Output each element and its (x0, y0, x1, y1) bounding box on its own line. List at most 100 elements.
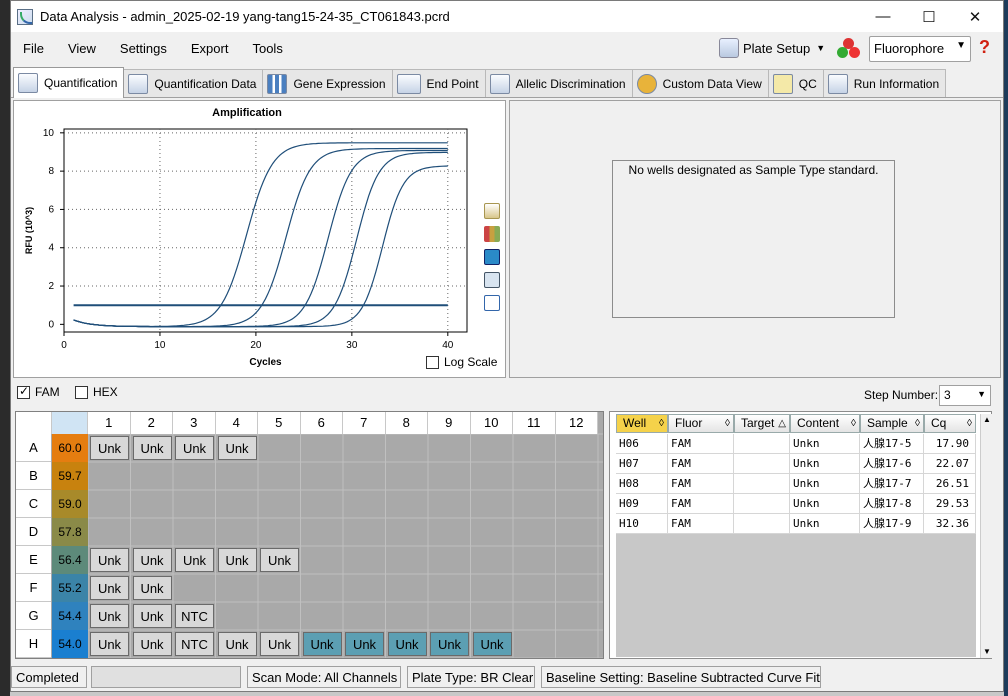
table-cell[interactable]: 22.07 (924, 454, 976, 474)
plate-column-header[interactable]: 11 (513, 412, 556, 434)
table-cell[interactable]: 人腺17-6 (860, 454, 924, 474)
plate-column-header[interactable]: 8 (385, 412, 428, 434)
plate-row-header[interactable]: G (16, 602, 51, 630)
plate-row-header[interactable]: D (16, 518, 51, 546)
plate-well[interactable]: Unk (472, 632, 512, 656)
table-header-target[interactable]: Target △ (734, 414, 790, 433)
table-cell[interactable] (734, 514, 790, 534)
plate-row-header[interactable]: F (16, 574, 51, 602)
plate-well[interactable]: Unk (175, 436, 214, 460)
plate-well[interactable]: Unk (217, 632, 257, 656)
table-cell[interactable]: FAM (668, 434, 734, 454)
table-cell[interactable]: 人腺17-8 (860, 494, 924, 514)
plate-column-header[interactable]: 5 (258, 412, 301, 434)
plate-row-header[interactable]: B (16, 462, 51, 490)
plate-well[interactable]: Unk (132, 632, 172, 656)
table-cell[interactable]: 人腺17-5 (860, 434, 924, 454)
plate-well[interactable]: Unk (132, 436, 172, 460)
plate-well[interactable]: Unk (260, 632, 299, 656)
maximize-button[interactable]: ☐ (906, 1, 952, 32)
tab-run-information[interactable]: Run Information (822, 69, 947, 97)
table-scrollbar[interactable]: ▲ ▼ (980, 414, 992, 658)
well-groups-icon[interactable] (837, 38, 861, 60)
plate-well[interactable]: NTC (175, 632, 214, 656)
plate-column-header[interactable]: 10 (470, 412, 513, 434)
plate-well[interactable]: Unk (175, 548, 214, 572)
table-cell[interactable]: Unkn (790, 474, 860, 494)
menu-settings[interactable]: Settings (120, 41, 167, 56)
plate-well[interactable]: Unk (132, 604, 172, 628)
table-cell[interactable]: 人腺17-9 (860, 514, 924, 534)
plate-well[interactable]: Unk (217, 436, 257, 460)
tab-allelic-discrimination[interactable]: Allelic Discrimination (484, 69, 633, 97)
table-cell[interactable]: 26.51 (924, 474, 976, 494)
plate-column-header[interactable]: 7 (343, 412, 386, 434)
chart-settings-icon[interactable] (484, 295, 500, 311)
table-cell[interactable]: 17.90 (924, 434, 976, 454)
chart-colors-icon[interactable] (484, 226, 500, 242)
scroll-up-icon[interactable]: ▲ (981, 414, 993, 426)
fam-checkbox[interactable] (17, 384, 30, 399)
table-cell[interactable]: Unkn (790, 434, 860, 454)
table-cell[interactable]: 29.53 (924, 494, 976, 514)
tab-quantification-data[interactable]: Quantification Data (123, 69, 264, 97)
plate-column-header[interactable]: 9 (428, 412, 471, 434)
fluorophore-select[interactable]: Fluorophore ▼ (869, 36, 971, 62)
plate-well[interactable]: Unk (90, 576, 129, 600)
table-header-content[interactable]: Content ◊ (790, 414, 860, 433)
table-cell[interactable]: H08 (616, 474, 668, 494)
plate-row-header[interactable]: H (16, 630, 51, 658)
plate-well[interactable]: Unk (430, 632, 469, 656)
minimize-button[interactable]: — (860, 1, 906, 32)
plate-well[interactable]: Unk (345, 632, 384, 656)
table-cell[interactable]: H10 (616, 514, 668, 534)
table-cell[interactable] (734, 494, 790, 514)
plate-column-header[interactable]: 12 (555, 412, 598, 434)
table-cell[interactable]: FAM (668, 474, 734, 494)
table-cell[interactable] (734, 474, 790, 494)
menu-export[interactable]: Export (191, 41, 229, 56)
plate-well[interactable]: Unk (90, 436, 129, 460)
table-header-cq[interactable]: Cq ◊ (924, 414, 976, 433)
amplification-chart[interactable]: 0 10 20 30 40 0 2 4 6 8 10 Cycles RFU (10^3) (14, 101, 480, 377)
hex-toggle[interactable]: HEX (75, 385, 118, 399)
plate-row-header[interactable]: A (16, 434, 51, 462)
table-cell[interactable]: 32.36 (924, 514, 976, 534)
copy-icon[interactable] (484, 203, 500, 219)
zoom-chart-icon[interactable] (484, 272, 500, 288)
log-scale-toggle[interactable]: Log Scale (426, 355, 497, 369)
plate-well[interactable]: Unk (217, 548, 257, 572)
table-header-sample[interactable]: Sample ◊ (860, 414, 924, 433)
tab-gene-expression[interactable]: Gene Expression (262, 69, 393, 97)
plate-setup-button[interactable]: Plate Setup ▼ (719, 36, 825, 60)
table-cell[interactable]: H06 (616, 434, 668, 454)
close-button[interactable]: ✕ (952, 1, 998, 32)
plate-column-header[interactable]: 3 (173, 412, 216, 434)
table-header-well[interactable]: Well ◊ (616, 414, 668, 433)
table-cell[interactable]: FAM (668, 514, 734, 534)
plate-well[interactable]: NTC (175, 604, 214, 628)
plate-well[interactable]: Unk (132, 548, 172, 572)
plate-well[interactable]: Unk (90, 548, 129, 572)
menu-tools[interactable]: Tools (252, 41, 282, 56)
table-cell[interactable] (734, 454, 790, 474)
plate-well[interactable]: Unk (90, 604, 129, 628)
table-cell[interactable]: Unkn (790, 454, 860, 474)
plate-column-header[interactable]: 2 (130, 412, 173, 434)
log-scale-checkbox[interactable] (426, 355, 439, 369)
plate-well[interactable]: Unk (132, 576, 172, 600)
scroll-down-icon[interactable]: ▼ (981, 646, 993, 658)
table-cell[interactable]: Unkn (790, 494, 860, 514)
table-cell[interactable]: H07 (616, 454, 668, 474)
plate-well[interactable]: Unk (302, 632, 342, 656)
help-icon[interactable]: ? (979, 37, 990, 58)
plate-row-header[interactable]: E (16, 546, 51, 574)
table-cell[interactable]: FAM (668, 454, 734, 474)
plate-column-header[interactable]: 4 (215, 412, 258, 434)
plate-column-header[interactable]: 1 (88, 412, 131, 434)
plate-well[interactable]: Unk (90, 632, 129, 656)
fam-toggle[interactable]: FAM (17, 384, 60, 399)
tab-end-point[interactable]: End Point (391, 69, 486, 97)
export-chart-icon[interactable] (484, 249, 500, 265)
plate-well[interactable]: Unk (387, 632, 427, 656)
